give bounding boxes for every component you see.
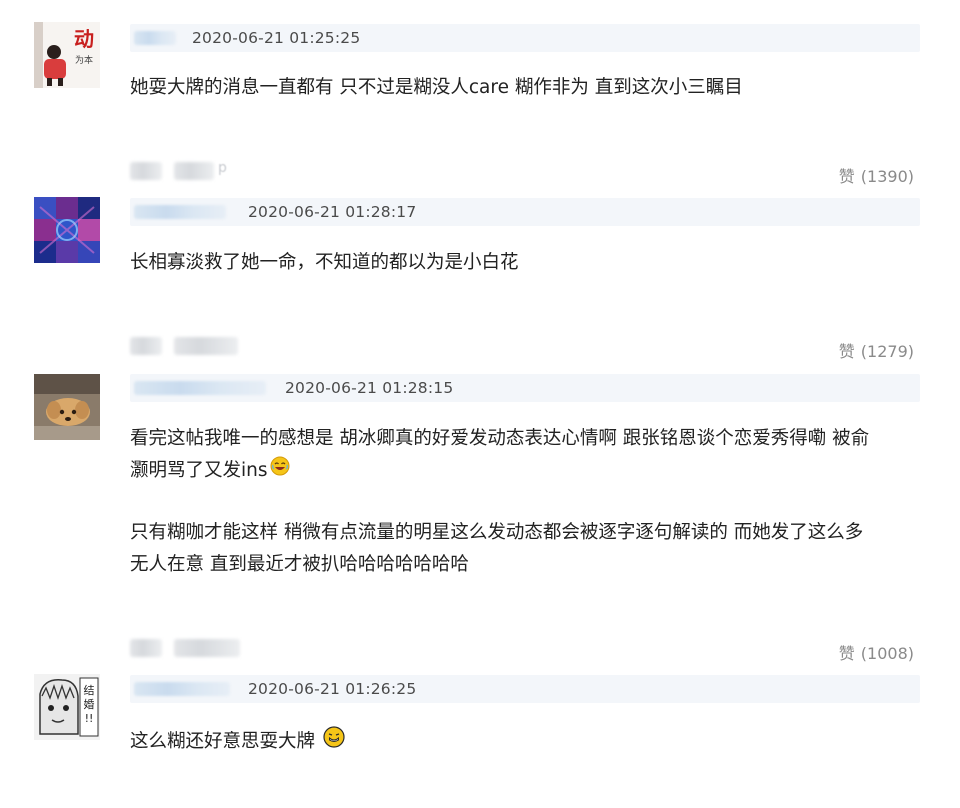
reply-author-blurred[interactable]: [130, 337, 162, 355]
comment-meta-bar: 2020-06-21 01:28:17: [130, 198, 920, 226]
reply-tail-text: p: [218, 160, 227, 176]
comment-text: 她耍大牌的消息一直都有 只不过是糊没人care 糊作非为 直到这次小三瞩目: [130, 77, 743, 98]
like-counter[interactable]: 赞 (1390): [839, 163, 914, 187]
comment-timestamp: 2020-06-21 01:26:25: [248, 680, 417, 698]
reply-author-blurred[interactable]: [130, 162, 162, 180]
comment-meta-bar: 2020-06-21 01:26:25: [130, 675, 920, 703]
like-counter[interactable]: 赞 (1279): [839, 338, 914, 362]
laughing-emoji-icon: [270, 456, 290, 486]
like-counter[interactable]: 赞 (1008): [839, 640, 914, 664]
reply-author-blurred[interactable]: [174, 162, 214, 180]
comment-text-line: 无人在意 直到最近才被扒哈哈哈哈哈哈哈: [130, 554, 469, 575]
avatar-image: 动 为本: [34, 22, 100, 88]
comment-text-fragment: 灏明骂了又发ins: [130, 460, 268, 481]
comment-text-fragment: 这么糊还好意思耍大牌: [130, 731, 316, 752]
comment-timestamp: 2020-06-21 01:28:15: [285, 379, 454, 397]
comment-text-line: 灏明骂了又发ins: [130, 456, 290, 486]
username-blurred[interactable]: [134, 31, 176, 45]
username-blurred[interactable]: [134, 682, 230, 696]
like-icon: 赞: [838, 644, 855, 663]
comment-meta-bar: 2020-06-21 01:28:15: [130, 374, 920, 402]
like-icon: 赞: [838, 167, 855, 186]
avatar-image: 结 婚 !!: [34, 674, 100, 740]
reply-author-blurred[interactable]: [130, 639, 162, 657]
avatar[interactable]: [34, 197, 100, 263]
avatar-caption: !!: [85, 712, 94, 725]
username-blurred[interactable]: [134, 381, 266, 395]
comment-timestamp: 2020-06-21 01:25:25: [192, 29, 361, 47]
avatar-subcaption: 为本: [75, 54, 93, 66]
avatar[interactable]: [34, 374, 100, 440]
avatar[interactable]: 动 为本: [34, 22, 100, 88]
avatar-caption: 动: [74, 27, 94, 51]
comment-timestamp: 2020-06-21 01:28:17: [248, 203, 417, 221]
awkward-emoji-icon: [323, 726, 345, 758]
comment-meta-bar: 2020-06-21 01:25:25: [130, 24, 920, 52]
comment-text: 长相寡淡救了她一命，不知道的都以为是小白花: [130, 252, 519, 273]
username-blurred[interactable]: [134, 205, 226, 219]
like-count: (1008): [860, 644, 914, 663]
comment-feed: 动 为本 2020-06-21 01:25:25 她耍大牌的消息一直都有 只不过…: [0, 0, 960, 808]
comment-text-line: 这么糊还好意思耍大牌: [130, 726, 345, 758]
reply-author-blurred[interactable]: [174, 337, 238, 355]
avatar[interactable]: 结 婚 !!: [34, 674, 100, 740]
like-icon: 赞: [838, 342, 855, 361]
avatar-caption: 婚: [84, 697, 95, 711]
reply-author-blurred[interactable]: [174, 639, 240, 657]
avatar-image: [34, 374, 100, 440]
comment-text-line: 看完这帖我唯一的感想是 胡冰卿真的好爱发动态表达心情啊 跟张铭恩谈个恋爱秀得嘞 …: [130, 428, 870, 449]
comment-text-line: 只有糊咖才能这样 稍微有点流量的明星这么发动态都会被逐字逐句解读的 而她发了这么…: [130, 522, 864, 543]
like-count: (1279): [860, 342, 914, 361]
avatar-caption: 结: [84, 684, 95, 697]
avatar-image: [34, 197, 100, 263]
like-count: (1390): [860, 167, 914, 186]
